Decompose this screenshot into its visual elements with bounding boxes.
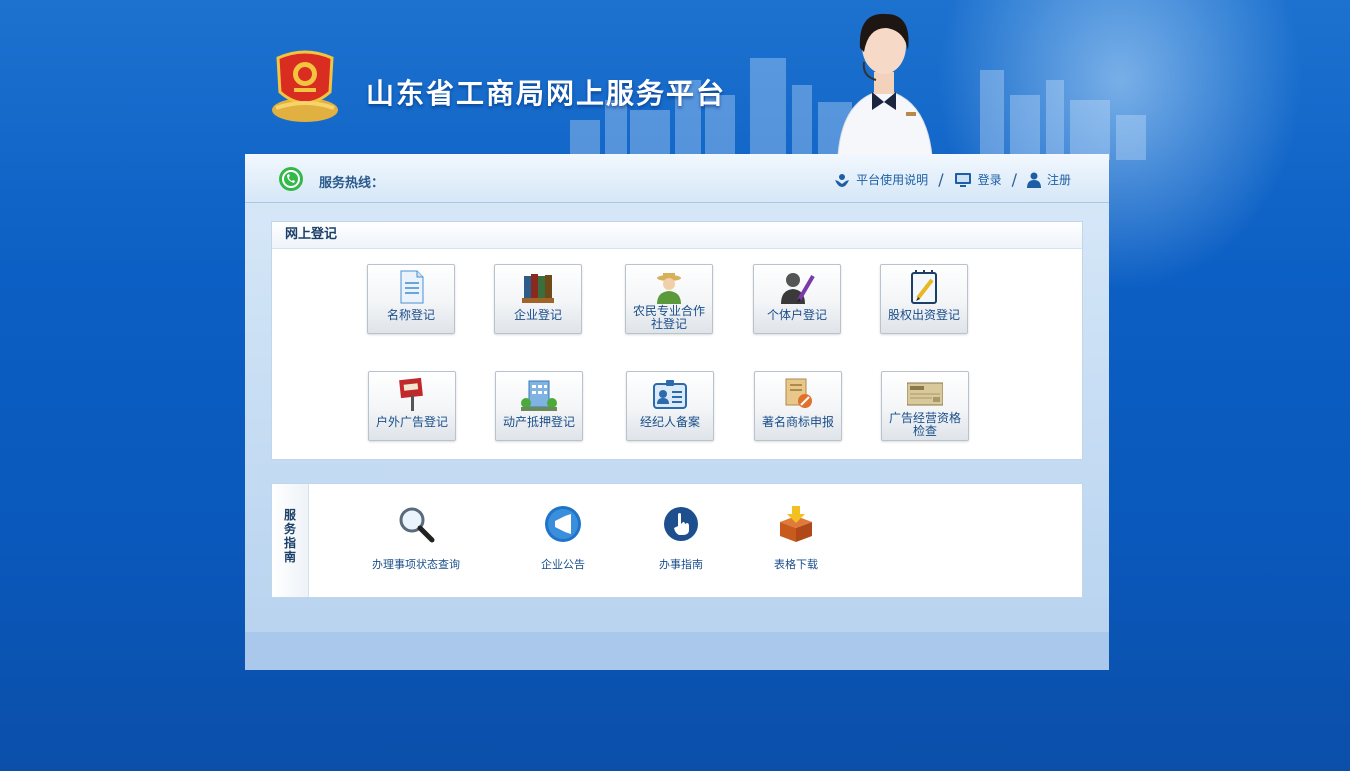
building-icon [521, 380, 557, 411]
farmer-icon [657, 273, 681, 304]
tile-label-line2: 社登记 [650, 317, 687, 331]
site-title: 山东省工商局网上服务平台 [366, 77, 727, 110]
service-guide-section: 服 务 指 南 办理事项状态查询 企业公告 办事指南 表格下载 [271, 483, 1083, 598]
status-query-link[interactable]: 办理事项状态查询 [361, 504, 471, 572]
trademark-icon [785, 378, 812, 408]
service-guide-link[interactable]: 办事指南 [626, 504, 736, 572]
online-registration-section: 网上登记 名称登记 企业登记 农民专业合作 社登记 个体户登记 股权出资登记 户… [271, 221, 1083, 460]
top-links: 平台使用说明 / 登录 / 注册 [834, 170, 1071, 189]
equity-contribution-registration-tile[interactable]: 股权出资登记 [880, 264, 968, 334]
login-label: 登录 [977, 173, 1002, 187]
monitor-icon [954, 172, 971, 187]
tile-label: 企业登记 [513, 308, 562, 322]
register-label: 注册 [1046, 173, 1071, 187]
guide-label: 企业公告 [541, 558, 585, 571]
check-icon [907, 382, 943, 406]
download-box-icon [780, 506, 812, 542]
platform-help-link[interactable]: 平台使用说明 [834, 171, 928, 188]
customer-service-agent-image [837, 13, 933, 156]
service-guide-side-label: 服 务 指 南 [272, 484, 309, 597]
id-card-icon [653, 380, 687, 409]
tile-label-line2: 检查 [912, 424, 937, 438]
enterprise-registration-tile[interactable]: 企业登记 [494, 264, 582, 334]
hand-pointer-icon [664, 507, 698, 541]
side-char: 指 [283, 536, 296, 550]
hotline-label: 服务热线： [319, 176, 385, 191]
chattel-mortgage-registration-tile[interactable]: 动产抵押登记 [495, 371, 583, 441]
side-char: 务 [283, 522, 296, 536]
main-panel: 服务热线： 平台使用说明 / 登录 / 注册 网上登记 名称登记 企业登记 农民… [245, 154, 1109, 670]
separator: / [1011, 170, 1017, 189]
whatsapp-phone-icon [279, 167, 303, 191]
outdoor-advertising-registration-tile[interactable]: 户外广告登记 [368, 371, 456, 441]
side-char: 南 [283, 550, 296, 564]
tile-label: 经纪人备案 [639, 415, 700, 429]
magnifier-icon [399, 507, 435, 543]
top-bar: 服务热线： 平台使用说明 / 登录 / 注册 [245, 154, 1109, 203]
section-heading: 网上登记 [272, 222, 1082, 249]
panel-footer-strip [245, 632, 1109, 670]
separator: / [938, 170, 944, 189]
tile-label: 个体户登记 [766, 308, 827, 322]
platform-help-label: 平台使用说明 [856, 173, 929, 187]
books-icon [522, 274, 554, 303]
name-registration-tile[interactable]: 名称登记 [367, 264, 455, 334]
form-download-link[interactable]: 表格下载 [741, 504, 851, 572]
individual-business-registration-tile[interactable]: 个体户登记 [753, 264, 841, 334]
tile-label: 股权出资登记 [887, 308, 960, 322]
megaphone-icon [545, 506, 581, 542]
user-icon [1026, 172, 1041, 188]
tile-label: 户外广告登记 [375, 415, 448, 429]
tile-label: 名称登记 [386, 308, 435, 322]
advertising-qualification-check-tile[interactable]: 广告经营资格 检查 [881, 371, 969, 441]
document-icon [400, 270, 424, 304]
tile-label: 动产抵押登记 [502, 415, 575, 429]
guide-label: 表格下载 [774, 558, 818, 571]
tile-label: 著名商标申报 [761, 415, 834, 429]
broker-filing-tile[interactable]: 经纪人备案 [626, 371, 714, 441]
help-hands-icon [835, 173, 850, 187]
side-char: 服 [283, 508, 296, 522]
famous-trademark-application-tile[interactable]: 著名商标申报 [754, 371, 842, 441]
login-link[interactable]: 登录 [954, 171, 1002, 188]
enterprise-announcement-link[interactable]: 企业公告 [508, 504, 618, 572]
notepad-pencil-icon [911, 270, 937, 304]
register-link[interactable]: 注册 [1026, 171, 1071, 188]
guide-label: 办理事项状态查询 [372, 558, 460, 571]
person-pen-icon [781, 273, 815, 304]
national-emblem-logo [272, 50, 338, 122]
farmer-cooperative-registration-tile[interactable]: 农民专业合作 社登记 [625, 264, 713, 334]
billboard-icon [399, 377, 423, 411]
guide-label: 办事指南 [659, 558, 703, 571]
